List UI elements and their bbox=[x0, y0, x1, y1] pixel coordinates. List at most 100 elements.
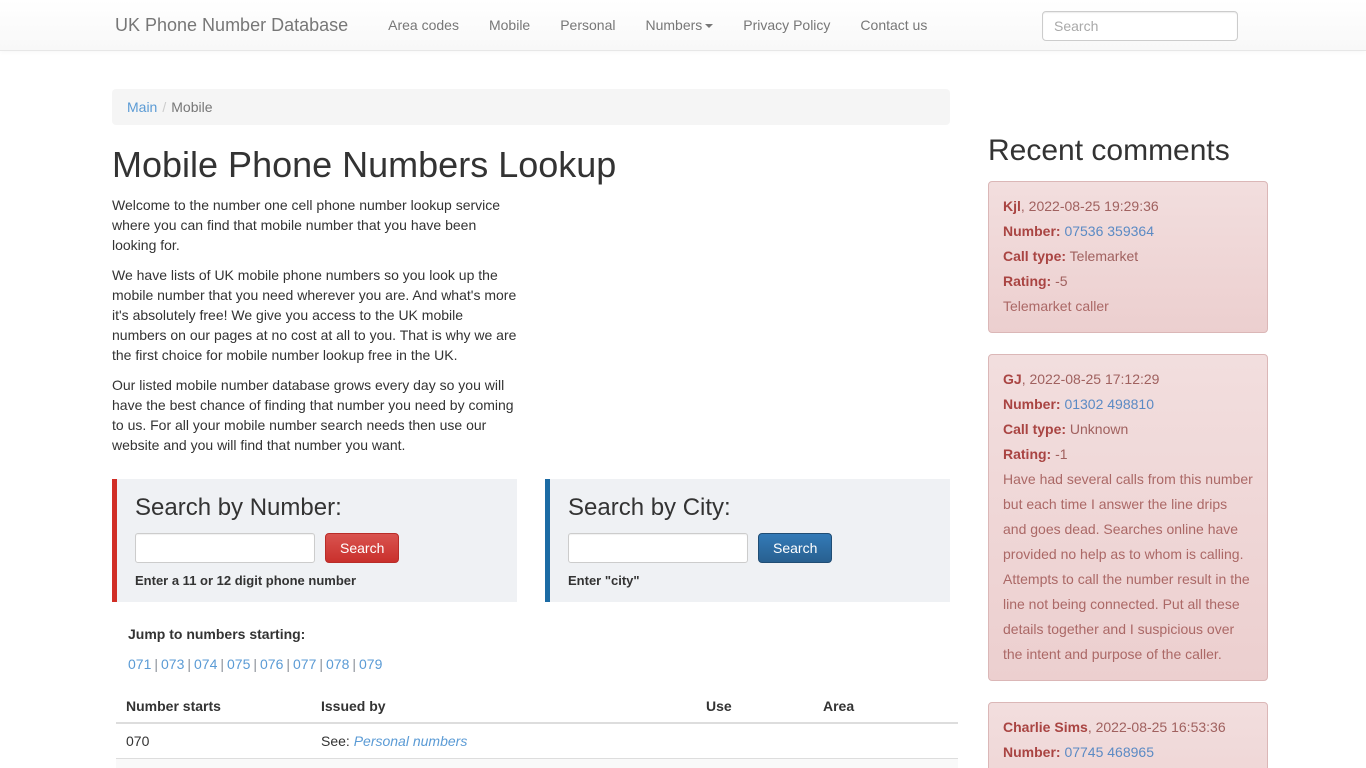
column-header-area: Area bbox=[813, 689, 958, 724]
cell-use bbox=[696, 758, 813, 768]
brand-logo[interactable]: UK Phone Number Database bbox=[100, 0, 363, 50]
comment-calltype-value: Telemarket bbox=[1069, 248, 1139, 264]
comment-rating-label: Rating: bbox=[1003, 273, 1052, 289]
comment-header: GJ, 2022-08-25 17:12:29 bbox=[1003, 367, 1253, 392]
jump-link-076[interactable]: 076 bbox=[260, 656, 283, 672]
intro-paragraph-1: Welcome to the number one cell phone num… bbox=[112, 196, 501, 253]
jump-separator: | bbox=[319, 655, 323, 672]
search-by-number-heading: Search by Number: bbox=[135, 493, 342, 521]
comment-rating-value: -1 bbox=[1055, 446, 1068, 462]
jump-link-077[interactable]: 077 bbox=[293, 656, 316, 672]
table-row[interactable]: 070 See: Personal numbers bbox=[116, 722, 958, 759]
comment-calltype-label: Call type: bbox=[1003, 421, 1067, 437]
column-header-use: Use bbox=[696, 689, 813, 724]
recent-comments-title: Recent comments bbox=[988, 134, 1230, 167]
comment-timestamp: , 2022-08-25 19:29:36 bbox=[1020, 198, 1159, 214]
comment-number-label: Number: bbox=[1003, 223, 1061, 239]
table-header-row: Number starts Issued by Use Area bbox=[116, 689, 958, 724]
jump-separator: | bbox=[154, 655, 158, 672]
comment-card[interactable]: Kjl, 2022-08-25 19:29:36 Number: 07536 3… bbox=[988, 181, 1268, 333]
search-input[interactable] bbox=[1042, 11, 1238, 41]
comment-calltype-label: Call type: bbox=[1003, 248, 1067, 264]
nav-item-privacy-policy[interactable]: Privacy Policy bbox=[728, 0, 845, 50]
jump-link-071[interactable]: 071 bbox=[128, 656, 151, 672]
jump-link-074[interactable]: 074 bbox=[194, 656, 217, 672]
cell-number-starts bbox=[116, 758, 311, 768]
jump-link-079[interactable]: 079 bbox=[359, 656, 382, 672]
jump-separator: | bbox=[187, 655, 191, 672]
nav-item-area-codes[interactable]: Area codes bbox=[373, 0, 474, 50]
breadcrumb-current: Mobile bbox=[171, 99, 213, 115]
jump-link-075[interactable]: 075 bbox=[227, 656, 250, 672]
issued-by-prefix: See: bbox=[321, 732, 350, 749]
comment-card[interactable]: Charlie Sims, 2022-08-25 16:53:36 Number… bbox=[988, 702, 1268, 768]
nav-item-contact-us[interactable]: Contact us bbox=[845, 0, 942, 50]
nav-item-mobile[interactable]: Mobile bbox=[474, 0, 545, 50]
search-by-number-panel: Search by Number: Search Enter a 11 or 1… bbox=[112, 478, 517, 602]
jump-to-numbers-title: Jump to numbers starting: bbox=[128, 625, 306, 642]
comment-header: Charlie Sims, 2022-08-25 16:53:36 bbox=[1003, 715, 1253, 740]
page-title: Mobile Phone Numbers Lookup bbox=[112, 144, 617, 185]
city-search-hint: Enter "city" bbox=[568, 572, 640, 588]
comment-rating-value: -5 bbox=[1055, 273, 1068, 289]
jump-link-073[interactable]: 073 bbox=[161, 656, 184, 672]
breadcrumb-link-main[interactable]: Main bbox=[127, 99, 157, 115]
comment-number-link[interactable]: 01302 498810 bbox=[1064, 396, 1154, 412]
issued-by-link[interactable]: Personal numbers bbox=[354, 733, 468, 749]
comment-calltype-row: Call type: Telemarket bbox=[1003, 244, 1253, 269]
city-search-input[interactable] bbox=[568, 532, 748, 563]
comment-number-label: Number: bbox=[1003, 396, 1061, 412]
comment-card[interactable]: GJ, 2022-08-25 17:12:29 Number: 01302 49… bbox=[988, 354, 1268, 681]
comment-number-row: Number: 07745 468965 bbox=[1003, 740, 1253, 765]
jump-to-numbers: Jump to numbers starting: 071 | 073 | 074 | 07… bbox=[112, 626, 950, 672]
search-by-city-heading: Search by City: bbox=[568, 493, 731, 521]
cell-number-starts: 070 bbox=[116, 722, 311, 759]
nav-item-personal[interactable]: Personal bbox=[545, 0, 630, 50]
jump-link-078[interactable]: 078 bbox=[326, 656, 349, 672]
nav-item-numbers-label: Numbers bbox=[645, 17, 703, 33]
comment-number-link[interactable]: 07536 359364 bbox=[1064, 223, 1154, 239]
cell-area bbox=[813, 758, 958, 768]
comment-rating-row: Rating: -5 bbox=[1003, 269, 1253, 294]
navbar: UK Phone Number Database Area codes Mobi… bbox=[0, 0, 1366, 51]
page-container: Main / Mobile Mobile Phone Numbers Lookup … bbox=[0, 51, 1366, 768]
number-search-hint: Enter a 11 or 12 digit phone number bbox=[135, 572, 357, 588]
breadcrumb-separator: / bbox=[162, 99, 167, 115]
number-search-button[interactable]: Search bbox=[325, 532, 400, 563]
intro-paragraph-3: Our listed mobile number database grows … bbox=[112, 376, 514, 453]
sidebar: Recent comments Kjl, 2022-08-25 19:29:36… bbox=[976, 51, 1280, 768]
main-column: Main / Mobile Mobile Phone Numbers Lookup … bbox=[100, 51, 962, 768]
jump-separator: | bbox=[286, 655, 290, 672]
search-by-city-row: Search bbox=[568, 532, 932, 563]
comment-calltype-value: Unknown bbox=[1069, 421, 1129, 437]
comment-text: Have had several calls from this number … bbox=[1003, 471, 1253, 662]
comment-calltype-row: Call type: Unknown bbox=[1003, 417, 1253, 442]
nav-links: Area codes Mobile Personal Numbers Priva… bbox=[373, 0, 942, 50]
numbers-table: Number starts Issued by Use Area 070 See… bbox=[116, 689, 958, 768]
comment-number-label: Number: bbox=[1003, 744, 1061, 760]
table-row[interactable] bbox=[116, 758, 958, 768]
search-panels: Search by Number: Search Enter a 11 or 1… bbox=[112, 478, 950, 602]
chevron-down-icon bbox=[705, 24, 714, 29]
comment-timestamp: , 2022-08-25 16:53:36 bbox=[1087, 719, 1226, 735]
comment-header: Kjl, 2022-08-25 19:29:36 bbox=[1003, 194, 1253, 219]
city-search-button[interactable]: Search bbox=[758, 532, 833, 563]
jump-separator: | bbox=[352, 655, 356, 672]
number-search-input[interactable] bbox=[135, 532, 315, 563]
comment-text: Telemarket caller bbox=[1003, 298, 1109, 314]
cell-issued-by bbox=[311, 758, 696, 768]
search-by-number-row: Search bbox=[135, 532, 499, 563]
comment-number-row: Number: 01302 498810 bbox=[1003, 392, 1253, 417]
comment-number-row: Number: 07536 359364 bbox=[1003, 219, 1253, 244]
numbers-table-head: Number starts Issued by Use Area bbox=[116, 689, 958, 724]
cell-use bbox=[696, 722, 813, 759]
column-header-issued-by: Issued by bbox=[311, 689, 696, 724]
jump-separator: | bbox=[253, 655, 257, 672]
jump-separator: | bbox=[220, 655, 224, 672]
jump-to-numbers-links: 071 | 073 | 074 | 075 | 076 | 077 | 078 | 079 bbox=[128, 656, 950, 672]
comment-number-link[interactable]: 07745 468965 bbox=[1064, 744, 1154, 760]
comment-rating-row: Rating: -1 bbox=[1003, 442, 1253, 467]
nav-item-numbers[interactable]: Numbers bbox=[630, 0, 728, 50]
cell-issued-by: See: Personal numbers bbox=[311, 722, 696, 759]
intro-paragraph-2: We have lists of UK mobile phone numbers… bbox=[112, 266, 517, 363]
